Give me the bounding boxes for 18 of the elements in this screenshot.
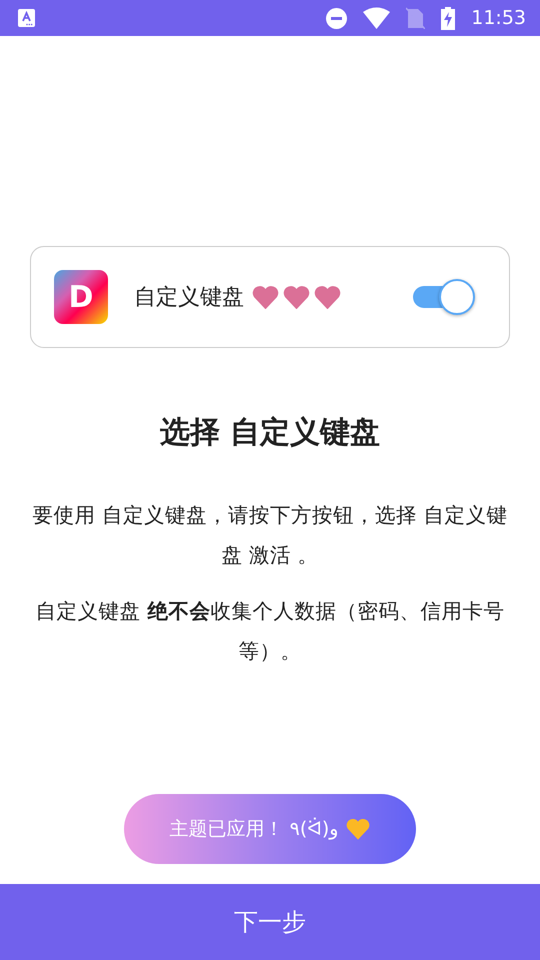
heart-icon [283, 284, 310, 310]
page-title: 选择 自定义键盘 [160, 414, 380, 452]
wifi-icon [363, 7, 390, 29]
no-sim-icon [406, 7, 426, 29]
description-text: 要使用 自定义键盘，请按下方按钮，选择 自定义键盘 激活 。 [31, 502, 509, 569]
theme-applied-button[interactable]: 主题已应用！ ٩(ᐛ)و [124, 794, 416, 864]
keyboard-name: 自定义键盘 [134, 284, 244, 312]
heart-icon [346, 818, 370, 840]
next-button[interactable]: 下一步 [0, 884, 540, 960]
do-not-disturb-icon [326, 8, 348, 28]
description-text: 自定义键盘 绝不会收集个人数据（密码、信用卡号等）。 [34, 598, 506, 665]
heart-icon [314, 284, 341, 310]
app-icon: D [54, 270, 108, 324]
status-time: 11:53 [471, 6, 526, 31]
toggle-switch[interactable] [411, 279, 475, 315]
keyboard-app-icon [18, 9, 35, 27]
heart-icon [252, 284, 279, 310]
battery-charging-icon [441, 6, 456, 30]
